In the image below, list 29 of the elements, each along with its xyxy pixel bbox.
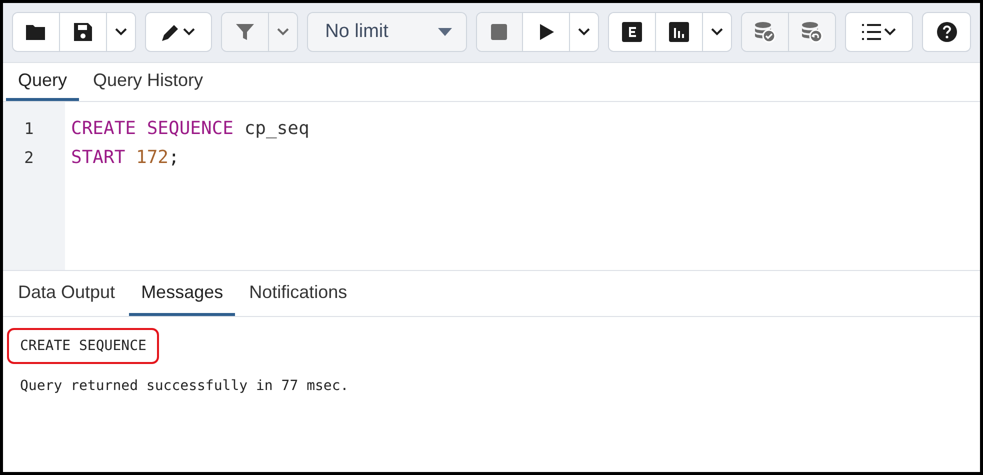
message-text: CREATE SEQUENCE — [7, 328, 160, 364]
limit-dropdown[interactable]: No limit — [308, 13, 466, 51]
code-token: SEQUENCE — [146, 117, 234, 141]
e-square-icon — [621, 21, 644, 43]
output-tab[interactable]: Data Output — [6, 271, 128, 316]
filter-icon — [234, 21, 256, 43]
explain-button[interactable] — [609, 13, 656, 51]
numbered-list-icon — [860, 21, 898, 43]
line-number: 2 — [24, 147, 35, 169]
caret-icon — [710, 28, 723, 36]
caret-icon — [277, 28, 290, 36]
code-token: ; — [168, 146, 180, 170]
bar-chart-icon — [668, 21, 690, 43]
code-token: START — [71, 146, 126, 170]
code-token: CREATE — [71, 117, 136, 141]
open-button[interactable] — [13, 13, 60, 51]
message-text: Query returned successfully in 77 msec. — [19, 377, 350, 396]
caret-icon — [578, 28, 590, 36]
editor-tab[interactable]: Query History — [81, 63, 216, 101]
output-tab[interactable]: Messages — [129, 271, 236, 316]
caret-icon — [114, 28, 127, 36]
output-tab[interactable]: Notifications — [237, 271, 360, 316]
code-token: cp_seq — [244, 117, 310, 141]
code-token: 172 — [136, 146, 168, 170]
database-undo-icon — [800, 21, 823, 43]
help-icon — [936, 21, 958, 43]
line-number: 1 — [24, 118, 35, 140]
database-check-icon — [754, 21, 776, 43]
caret-icon — [438, 28, 452, 36]
